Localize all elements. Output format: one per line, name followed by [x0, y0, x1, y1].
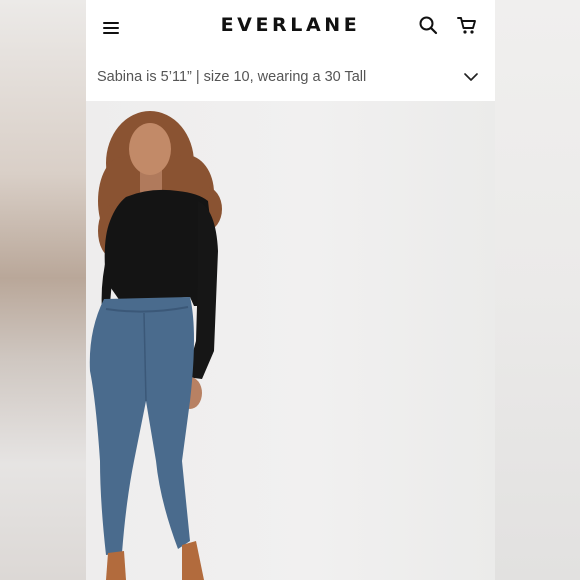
- chevron-down-icon[interactable]: [463, 70, 479, 84]
- mobile-page: EVERLANE Sabina is 5’11” | size 10, wear…: [86, 0, 495, 580]
- search-icon[interactable]: [418, 15, 438, 35]
- model-fit-text: Sabina is 5’11” | size 10, wearing a 30 …: [97, 69, 367, 85]
- model-face: [129, 123, 171, 175]
- model-fit-info-dropdown[interactable]: Sabina is 5’11” | size 10, wearing a 30 …: [86, 54, 495, 101]
- blurred-background-left: [0, 0, 86, 580]
- site-header: EVERLANE: [86, 0, 495, 54]
- model-photo-illustration: [89, 111, 222, 580]
- shopping-cart-icon[interactable]: [456, 14, 478, 36]
- product-photo: [86, 101, 495, 580]
- model-jeans: [89, 297, 194, 555]
- model-shoe: [182, 541, 204, 580]
- blurred-background-right: [495, 0, 580, 580]
